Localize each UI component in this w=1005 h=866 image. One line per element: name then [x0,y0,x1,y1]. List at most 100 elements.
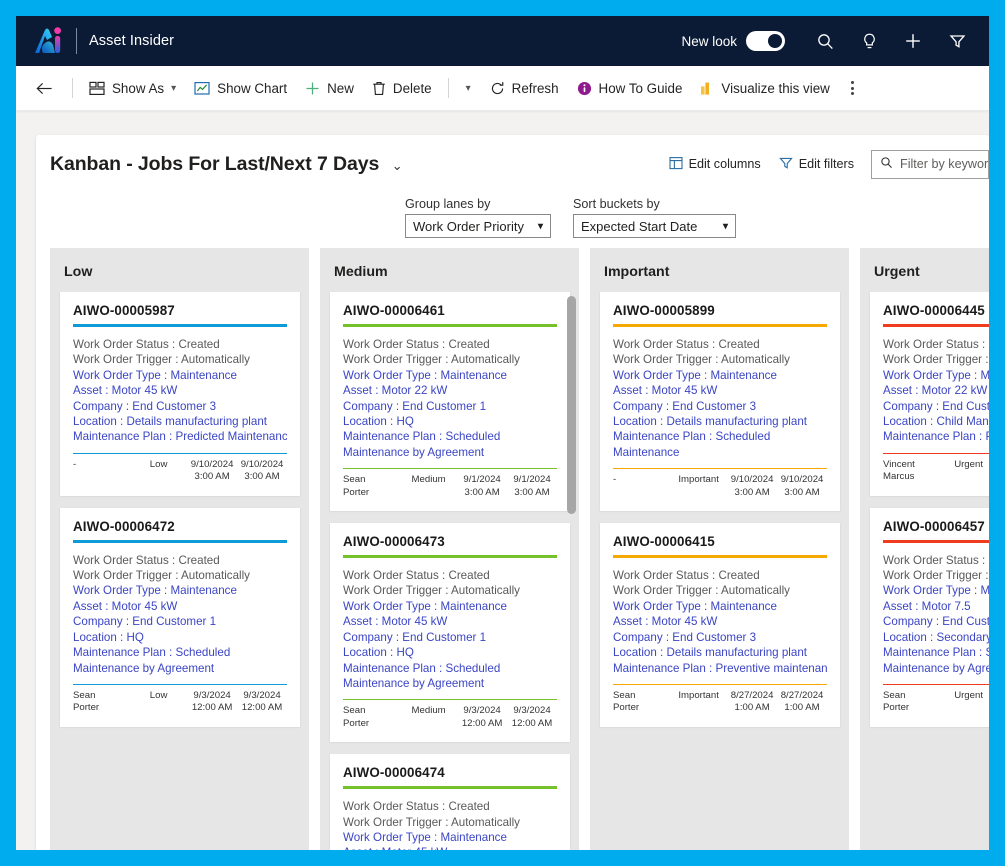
card-field[interactable]: Work Order Type : Maintenance [613,368,827,383]
date-value: 9/3/2024 [193,689,231,701]
card-field[interactable]: Asset : Motor 7.5 [883,599,989,614]
card-field[interactable]: Company : End Customer 3 [73,399,287,414]
card-field[interactable]: Location : Details manufacturing plant [73,414,287,429]
card-field[interactable]: Work Order Type : Maintenance [73,583,287,598]
show-chart-label: Show Chart [217,80,288,96]
lightbulb-icon[interactable] [847,19,891,63]
filter-icon[interactable] [935,19,979,63]
lane-card-list: AIWO-00005899 Work Order Status : Created… [590,292,849,850]
show-chart-button[interactable]: Show Chart [185,68,296,108]
kanban-card[interactable]: AIWO-00006415 Work Order Status : Created… [600,523,840,727]
back-button[interactable] [24,68,65,108]
card-footer: Sean Porter Medium 9/3/2024 12:00 AM 9/3/2024… [343,699,557,730]
card-id[interactable]: AIWO-00006474 [343,765,557,780]
kanban-card[interactable]: AIWO-00006472 Work Order Status : Created… [60,507,300,727]
card-id[interactable]: AIWO-00005899 [613,303,827,318]
card-field[interactable]: Asset : Motor 22 kW [343,383,557,398]
card-field[interactable]: Maintenance Plan : Scheduled Maintenance… [343,429,557,460]
card-field[interactable]: Work Order Type : Maintenance [613,599,827,614]
card-field[interactable]: Maintenance Plan : Predicted Maintenance [73,429,287,444]
kanban-card[interactable]: AIWO-00005899 Work Order Status : Created… [600,292,840,512]
new-look-toggle[interactable] [746,31,785,51]
filter-input[interactable]: Filter by keyword [871,149,989,179]
card-field[interactable]: Asset : Motor 45 kW [613,614,827,629]
kanban-card[interactable]: AIWO-00006473 Work Order Status : Created… [330,523,570,743]
visualize-this-view-button[interactable]: Visualize this view [691,68,838,108]
card-id[interactable]: AIWO-00005987 [73,303,287,318]
card-field[interactable]: Location : HQ [73,630,287,645]
edit-filters-button[interactable]: Edit filters [770,149,863,179]
card-id[interactable]: AIWO-00006472 [73,519,287,534]
card-field[interactable]: Company : End Customer 3 [613,630,827,645]
card-field[interactable]: Asset : Motor 45 kW [73,383,287,398]
app-logo[interactable] [22,20,74,62]
card-field[interactable]: Maintenance Plan : Scheduled Maintenance… [343,661,557,692]
group-lanes-by-select[interactable]: Work Order Priority ▾ [405,214,551,238]
card-field[interactable]: Asset : Motor 22 kW [883,383,989,398]
card-id[interactable]: AIWO-00006457 [883,519,989,534]
card-id[interactable]: AIWO-00006473 [343,534,557,549]
board-selectors: Group lanes by Work Order Priority ▾ Sor… [36,189,989,248]
card-field[interactable]: Work Order Type : Maintenance [343,830,557,845]
kanban-card[interactable]: AIWO-00006474 Work Order Status : Created… [330,754,570,850]
card-field[interactable]: Work Order Type : Maintenance [883,583,989,598]
kanban-card[interactable]: AIWO-00006457 Work Order Status : Created… [870,507,989,727]
edit-columns-button[interactable]: Edit columns [660,149,770,179]
chevron-down-icon[interactable]: ⌄ [392,158,403,173]
card-field[interactable]: Location : Secondary packing [883,630,989,645]
card-field[interactable]: Maintenance Plan : Scheduled Maintenance… [883,645,989,676]
card-field[interactable]: Maintenance Plan : Preventive maintenanc… [613,661,827,676]
kanban-card[interactable]: AIWO-00006445 Work Order Status : Created… [870,292,989,496]
card-field[interactable]: Asset : Motor 45 kW [73,599,287,614]
kanban-card[interactable]: AIWO-00005987 Work Order Status : Created… [60,292,300,496]
info-icon [577,81,592,96]
card-field[interactable]: Location : HQ [343,414,557,429]
card-fields: Work Order Status : Created Work Order Tr… [343,337,557,460]
card-field[interactable]: Location : Details manufacturing plant [613,645,827,660]
card-field[interactable]: Work Order Type : Maintenance [883,368,989,383]
delete-button[interactable]: Delete [363,68,441,108]
more-commands-button[interactable] [839,81,866,95]
card-field[interactable]: Company : End Customer 2 [883,399,989,414]
card-field[interactable]: Work Order Type : Maintenance [343,368,557,383]
sort-buckets-by-select[interactable]: Expected Start Date ▾ [573,214,736,238]
new-label: New [327,80,354,96]
lane-scrollbar[interactable] [567,296,576,850]
card-id[interactable]: AIWO-00006445 [883,303,989,318]
card-field[interactable]: Work Order Type : Maintenance [73,368,287,383]
card-id[interactable]: AIWO-00006415 [613,534,827,549]
card-field[interactable]: Company : End Customer 1 [73,614,287,629]
search-icon[interactable] [803,19,847,63]
card-field[interactable]: Company : End Customer 1 [883,614,989,629]
app-title: Asset Insider [89,33,175,49]
card-field[interactable]: Maintenance Plan : Scheduled Maintenance [613,429,827,460]
card-field[interactable]: Maintenance Plan : Preventive maintenanc… [883,429,989,444]
card-field[interactable]: Location : Child Manufacturing [883,414,989,429]
card-field[interactable]: Asset : Motor 45 kW [343,614,557,629]
refresh-button[interactable]: Refresh [481,68,568,108]
card-id[interactable]: AIWO-00006461 [343,303,557,318]
card-field[interactable]: Company : End Customer 1 [343,399,557,414]
card-field[interactable]: Asset : Motor 45 kW [613,383,827,398]
card-field[interactable]: Company : End Customer 3 [613,399,827,414]
card-end-date: 9/1/2024 3:00 AM [507,474,557,499]
how-to-guide-button[interactable]: How To Guide [568,68,692,108]
plus-icon[interactable] [891,19,935,63]
overflow-chevron-button[interactable]: ▾ [456,68,481,108]
owner-line: Sean [343,705,366,717]
show-as-button[interactable]: Show As ▾ [80,68,185,108]
card-field[interactable]: Asset : Motor 45 kW [343,845,557,850]
lane-scrollbar-thumb[interactable] [567,296,576,514]
kanban-card[interactable]: AIWO-00006461 Work Order Status : Created… [330,292,570,512]
card-accent-bar [343,555,557,559]
card-field[interactable]: Work Order Type : Maintenance [343,599,557,614]
chevron-down-icon[interactable]: ▾ [171,83,176,94]
card-field[interactable]: Company : End Customer 1 [343,630,557,645]
new-button[interactable]: New [296,68,363,108]
date-value: 9/1/2024 [513,474,551,486]
card-field[interactable]: Location : HQ [343,645,557,660]
page-title[interactable]: Kanban - Jobs For Last/Next 7 Days ⌄ [50,153,403,176]
lane-card-list: AIWO-00005987 Work Order Status : Created… [50,292,309,850]
card-field[interactable]: Location : Details manufacturing plant [613,414,827,429]
card-field[interactable]: Maintenance Plan : Scheduled Maintenance… [73,645,287,676]
